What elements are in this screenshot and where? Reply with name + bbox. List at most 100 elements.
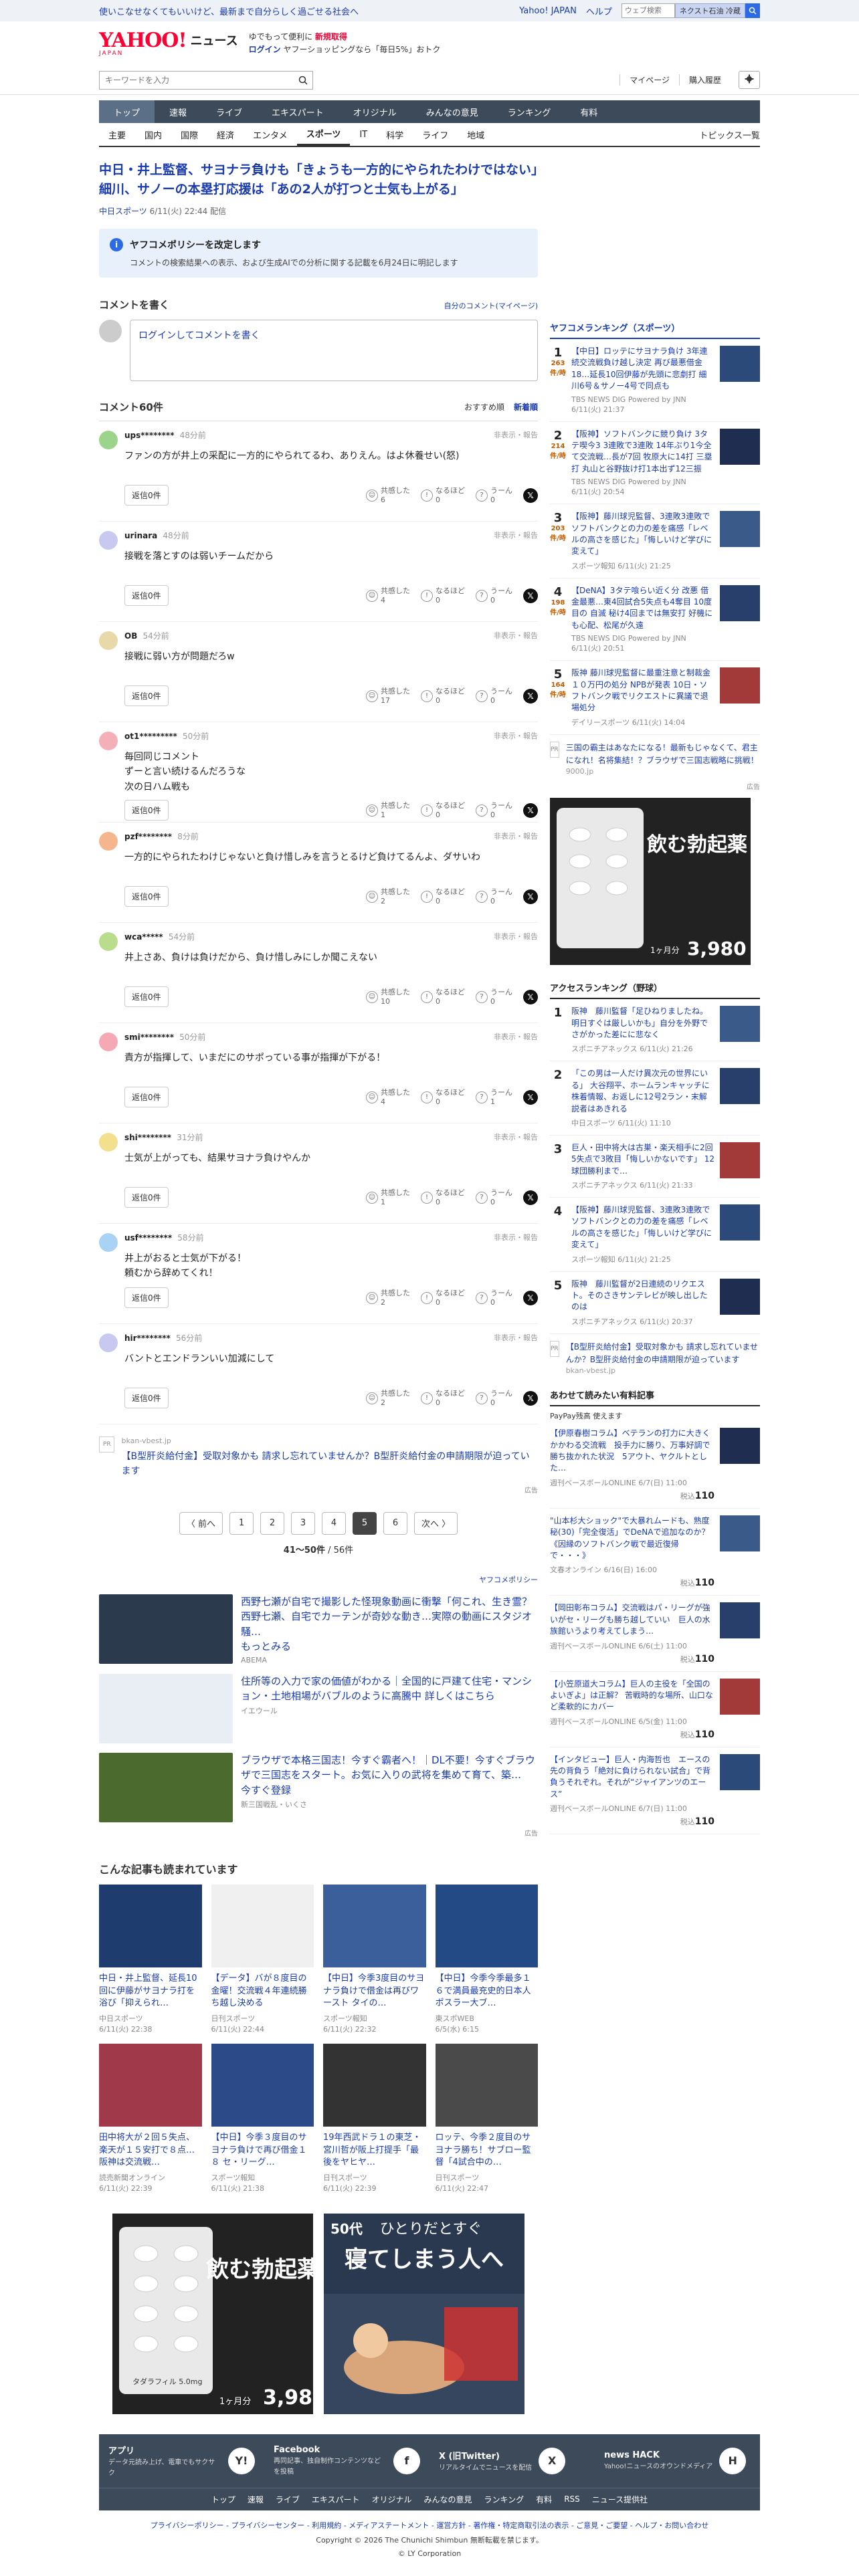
ranking-item[interactable]: 3 203 件/時 【阪神】藤川球児監督、3連敗3連敗でソフトバンクとの力の差を痛感「… [550, 504, 760, 578]
sort-recommended[interactable]: おすすめ順 [464, 401, 504, 413]
rank-thumbnail[interactable] [720, 584, 760, 621]
hmm-button[interactable]: ? うーん 0 [476, 887, 512, 905]
rank-thumbnail[interactable] [720, 428, 760, 465]
paid-title[interactable]: 【インタビュー】巨人・内海哲也 エースの先の背負う「絶対に負けられない試合」で背… [550, 1754, 714, 1801]
page-1[interactable]: 1 [229, 1511, 254, 1535]
ad-banner-sleep[interactable]: 50代 ひとりだとすぐ 寝てしまう人へ [324, 2213, 524, 2414]
promo-item[interactable]: 西野七瀬が自宅で撮影した怪現象動画に衝撃「何これ、生き霊？西野七瀬、自宅でカーテ… [99, 1594, 538, 1665]
gnav-item-ranking[interactable]: ランキング [493, 100, 566, 123]
tab-sports[interactable]: スポーツ [296, 123, 351, 146]
access-ranking-item[interactable]: 4 【阪神】藤川球児監督、3連敗3連敗でソフトバンクとの力の差を痛感「レベルの高さ… [550, 1198, 760, 1272]
rank-thumbnail[interactable] [720, 1006, 760, 1043]
hmm-button[interactable]: ? うーん 0 [476, 1289, 512, 1307]
paid-thumbnail[interactable] [720, 1602, 760, 1639]
avatar[interactable] [99, 932, 118, 951]
reply-button[interactable]: 返信0件 [124, 685, 169, 706]
rank-title[interactable]: 【阪神】藤川球児監督、3連敗3連敗でソフトバンクとの力の差を痛感「レベルの高さを… [571, 1204, 714, 1251]
paid-title[interactable]: 【小笠原道大コラム】巨人の主役を「全国のよいぎよ」は正解？ 苦戦時的な場所、山口… [550, 1679, 714, 1713]
hmm-button[interactable]: ? うーん 0 [476, 801, 512, 819]
agree-button[interactable]: ☺ 共感した 4 [366, 586, 410, 605]
ranking-item[interactable]: 5 164 件/時 阪神 藤川球児監督に最重注意と制裁金１０万円の処分 NPBが発表 … [550, 661, 760, 735]
footer-nav-item[interactable]: トップ [211, 2494, 235, 2505]
paid-title[interactable]: 【岡田彰布コラム】交流戦はパ・リーグが強いがセ・リーグも勝ち越していい 巨人の水… [550, 1602, 714, 1637]
access-pr-title[interactable]: 【B型肝炎給付金】受取対象かも 請求し忘れていませんか？B型肝炎給付金の申請期限… [566, 1341, 760, 1366]
tab-main[interactable]: 主要 [99, 123, 135, 146]
report-link[interactable]: 非表示・報告 [494, 1031, 538, 1043]
page-3[interactable]: 3 [291, 1511, 315, 1535]
footer-nav-item[interactable]: ライブ [276, 2494, 300, 2505]
x-share-icon[interactable]: 𝕏 [523, 1089, 538, 1105]
report-link[interactable]: 非表示・報告 [494, 931, 538, 942]
rank-title[interactable]: 【DeNA】3タテ喰らい近く分 改悪 借金最悪…東4回試合5失点も4奪目 10度… [571, 585, 714, 632]
access-ranking-item[interactable]: 2 「この男は一人だけ異次元の世界にいる」 大谷翔平、ホームランキャッチに株着情報… [550, 1061, 760, 1136]
reply-button[interactable]: 返信0件 [124, 1187, 169, 1208]
access-ranking-item[interactable]: 5 阪神 藤川監督が2日連続のリクエスト。そのさきサンテレビが映し出したのは スポニ… [550, 1272, 760, 1334]
rank-title[interactable]: 阪神 藤川監督「足ひねりましたね。明日すぐは厳しいかも」自分を外野でさがかった差… [571, 1006, 714, 1041]
prev-page-button[interactable]: 〈 前へ [179, 1511, 223, 1535]
avatar[interactable] [99, 732, 118, 750]
ranking-item[interactable]: 2 214 件/時 【阪神】ソフトバンクに競り負け 3タテ喫今3 3連敗で3連敗 14… [550, 422, 760, 505]
report-link[interactable]: 非表示・報告 [494, 730, 538, 742]
rank-thumbnail[interactable] [720, 1278, 760, 1315]
comment-user[interactable]: urinara 48分前 [124, 530, 189, 541]
related-card[interactable]: 中日・井上監督、延長10回に伊藤がサヨナラ打を浴び「抑えられ… 中日スポーツ 6/1… [99, 1884, 202, 2034]
rank-title[interactable]: 【阪神】ソフトバンクに競り負け 3タテ喫今3 3連敗で3連敗 14年ぶり1今全て… [571, 429, 714, 475]
footer-nav-item[interactable]: ランキング [484, 2494, 524, 2505]
top-search-suggest[interactable]: ネクスト石油 冷蔵 [674, 3, 745, 18]
related-thumbnail[interactable] [99, 2043, 202, 2127]
report-link[interactable]: 非表示・報告 [494, 429, 538, 441]
pr-title[interactable]: 【B型肝炎給付金】受取対象かも 請求し忘れていませんか？B型肝炎給付金の申請期限… [121, 1449, 538, 1479]
think-button[interactable]: ! なるほど 0 [421, 586, 465, 605]
promo-image[interactable] [99, 1673, 233, 1743]
rank-title[interactable]: 阪神 藤川球児監督に最重注意と制裁金１０万円の処分 NPBが発表 10日・ソフト… [571, 667, 714, 714]
x-share-icon[interactable]: 𝕏 [523, 802, 538, 818]
footer-nav-item[interactable]: オリジナル [372, 2494, 412, 2505]
avatar[interactable] [99, 1033, 118, 1051]
rank-title[interactable]: 巨人・田中将大は古巣・楽天相手に2回5失点で3敗目「悔しいかないです」 12球団… [571, 1142, 714, 1177]
topics-list-link[interactable]: トピックス一覧 [699, 128, 760, 141]
think-button[interactable]: ! なるほど 0 [421, 1289, 465, 1307]
gnav-item-opinions[interactable]: みんなの意見 [411, 100, 493, 123]
article-title[interactable]: 中日・井上監督、サヨナラ負けも「きょうも一方的にやられたわけではない」細川、サノ… [99, 160, 538, 199]
related-card[interactable]: ロッテ、今季２度目のサヨナラ勝ち！サブロー監督「4試合中の… 日刊スポーツ 6/11… [435, 2043, 538, 2193]
access-ranking-item[interactable]: 3 巨人・田中将大は古巣・楽天相手に2回5失点で3敗目「悔しいかないです」 12球… [550, 1136, 760, 1198]
agree-button[interactable]: ☺ 共感した 2 [366, 1389, 410, 1407]
paid-item[interactable]: "山本杉大ショック"で大暴れムードも、熟度秘(30)「完全復活」でDeNAで追加… [550, 1509, 760, 1596]
reply-button[interactable]: 返信0件 [124, 485, 169, 506]
rank-title[interactable]: 【中日】ロッテにサヨナラ負け 3年連続交流戦負け越し決定 再び最悪借金18…延長… [571, 346, 714, 393]
rank-thumbnail[interactable] [720, 511, 760, 548]
reply-button[interactable]: 返信0件 [124, 1287, 169, 1308]
agree-button[interactable]: ☺ 共感した 17 [366, 687, 410, 705]
promo-more[interactable]: もっとみる [241, 1639, 538, 1654]
ranking-item[interactable]: 4 198 件/時 【DeNA】3タテ喰らい近く分 改悪 借金最悪…東4回試合5失点も… [550, 578, 760, 661]
x-share-icon[interactable]: 𝕏 [523, 488, 538, 503]
comment-user[interactable]: usf******** 58分前 [124, 1232, 204, 1243]
report-link[interactable]: 非表示・報告 [494, 831, 538, 842]
think-button[interactable]: ! なるほど 0 [421, 1088, 465, 1106]
footer-app-item[interactable]: news HACK Yahoo!ニュースのオウンドメディア H [595, 2434, 760, 2488]
tab-economy[interactable]: 経済 [207, 123, 244, 146]
avatar[interactable] [99, 431, 118, 449]
x-share-icon[interactable]: 𝕏 [523, 588, 538, 603]
rank-title[interactable]: 阪神 藤川監督が2日連続のリクエスト。そのさきサンテレビが映し出したのは [571, 1279, 714, 1313]
related-card[interactable]: 【中日】今季3度目のサヨナラ負けで借金は再びワースト タイの… スポーツ報知 6/1… [323, 1884, 426, 2034]
comment-user[interactable]: wca***** 54分前 [124, 931, 195, 942]
rank-thumbnail[interactable] [720, 1204, 760, 1241]
gear-icon[interactable] [739, 71, 760, 89]
publisher-link[interactable]: 中日スポーツ [99, 207, 147, 216]
agree-button[interactable]: ☺ 共感した 10 [366, 988, 410, 1006]
paid-item[interactable]: 【インタビュー】巨人・内海哲也 エースの先の背負う「絶対に負けられない試合」で背… [550, 1747, 760, 1835]
hmm-button[interactable]: ? うーん 0 [476, 687, 512, 705]
related-thumbnail[interactable] [323, 2043, 426, 2127]
footer-app-item[interactable]: アプリ データ元読み上げ、電車でもサクサク Y! [99, 2434, 264, 2488]
paid-item[interactable]: 【小笠原道大コラム】巨人の主役を「全国のよいぎよ」は正解？ 苦戦時的な場所、山口… [550, 1672, 760, 1747]
avatar[interactable] [99, 531, 118, 550]
news-search-input[interactable] [100, 71, 294, 89]
tab-international[interactable]: 国際 [171, 123, 207, 146]
paid-thumbnail[interactable] [720, 1515, 760, 1551]
x-share-icon[interactable]: 𝕏 [523, 1190, 538, 1205]
agree-button[interactable]: ☺ 共感した 1 [366, 1188, 410, 1206]
rank-thumbnail[interactable] [720, 346, 760, 382]
comment-user[interactable]: ot1********* 50分前 [124, 730, 209, 742]
next-page-button[interactable]: 次へ 〉 [414, 1511, 458, 1535]
